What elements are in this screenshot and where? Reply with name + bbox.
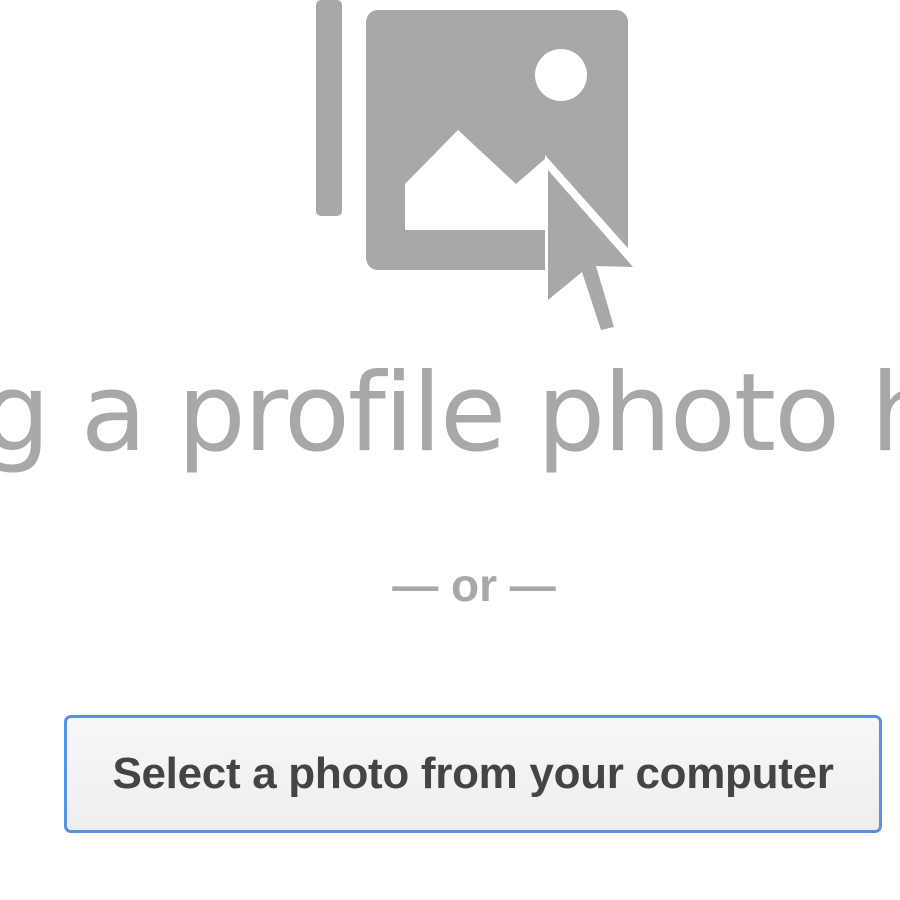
profile-photo-upload-area[interactable]: Drag a profile photo here — or — Select … <box>0 0 900 900</box>
select-photo-button-label: Select a photo from your computer <box>112 749 834 798</box>
image-upload-icon <box>316 0 650 336</box>
select-photo-button[interactable]: Select a photo from your computer <box>64 715 882 833</box>
sun-shape <box>535 49 587 101</box>
drag-photo-instruction: Drag a profile photo here <box>0 351 900 476</box>
back-card-edge <box>316 0 342 216</box>
or-separator: — or — <box>392 559 556 611</box>
